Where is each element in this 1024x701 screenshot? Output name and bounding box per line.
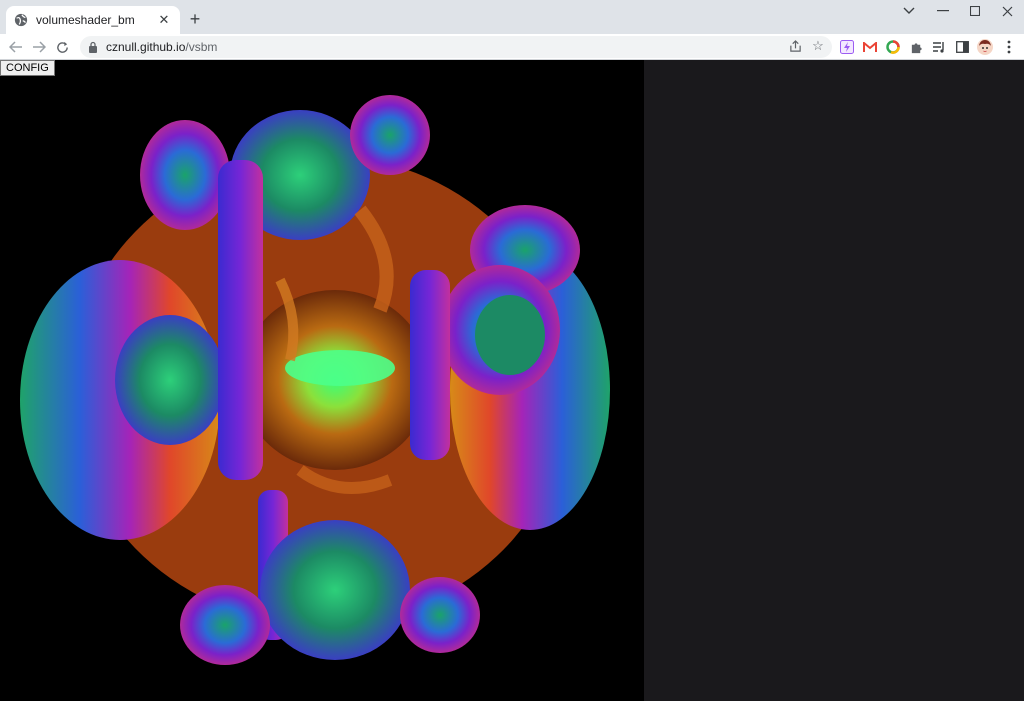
- config-button[interactable]: CONFIG: [0, 60, 55, 76]
- back-arrow-icon[interactable]: [6, 37, 26, 57]
- extensions-puzzle-icon[interactable]: [908, 39, 924, 55]
- maximize-button[interactable]: [958, 0, 992, 22]
- url-path: /vsbm: [185, 40, 218, 54]
- gmail-icon[interactable]: [862, 39, 878, 55]
- lock-icon: [89, 41, 97, 53]
- share-icon[interactable]: [786, 37, 804, 55]
- tab-strip: volumeshader_bm ✕ +: [0, 0, 1024, 34]
- close-tab-icon[interactable]: ✕: [156, 12, 172, 28]
- page-content: CONFIG: [0, 60, 1024, 701]
- side-panel-icon[interactable]: [954, 39, 970, 55]
- tab-search-icon[interactable]: [892, 0, 926, 22]
- browser-window: volumeshader_bm ✕ + cznull.github.io /vs…: [0, 0, 1024, 701]
- browser-toolbar: cznull.github.io/vsbm ☆: [0, 34, 1024, 60]
- tab-title: volumeshader_bm: [36, 13, 135, 27]
- new-tab-button[interactable]: +: [186, 10, 204, 28]
- reload-icon[interactable]: [52, 37, 72, 57]
- render-canvas[interactable]: CONFIG: [0, 60, 644, 701]
- fractal-render-image: [20, 95, 610, 665]
- address-bar[interactable]: cznull.github.io/vsbm: [80, 36, 832, 58]
- tab-volumeshader[interactable]: volumeshader_bm ✕: [6, 6, 180, 34]
- minimize-button[interactable]: [926, 0, 960, 22]
- profile-avatar[interactable]: [977, 39, 993, 55]
- more-menu-icon[interactable]: [1001, 39, 1017, 55]
- forward-arrow-icon[interactable]: [29, 37, 49, 57]
- close-window-button[interactable]: [990, 0, 1024, 22]
- reading-list-icon[interactable]: [931, 39, 947, 55]
- globe-icon: [14, 13, 28, 27]
- bookmark-star-icon[interactable]: ☆: [809, 37, 827, 55]
- chrome-ring-icon[interactable]: [885, 39, 901, 55]
- url-host: cznull.github.io: [106, 40, 186, 54]
- extension-lightning-icon[interactable]: [839, 39, 855, 55]
